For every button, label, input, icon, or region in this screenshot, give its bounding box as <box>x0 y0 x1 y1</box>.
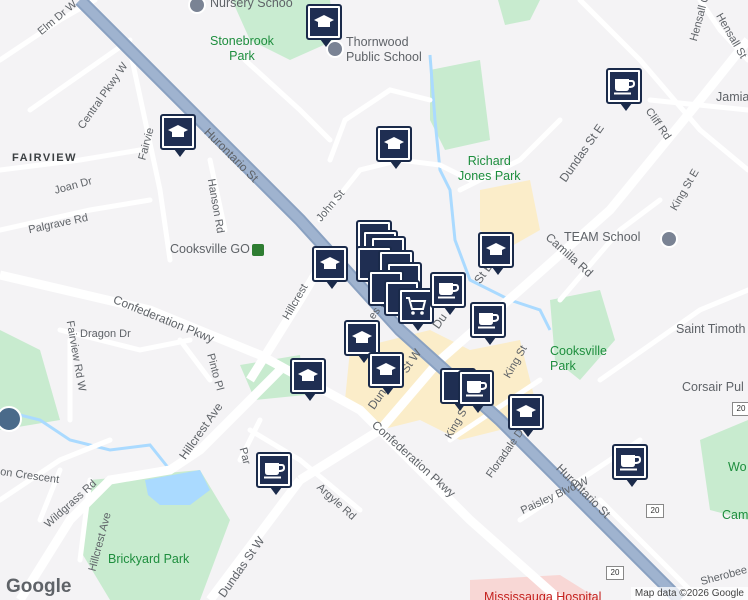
cafe-marker-2[interactable] <box>470 302 506 345</box>
graduation-cap-icon <box>512 398 540 426</box>
place-label-nursery-school[interactable]: Nursery Schoo <box>210 0 293 10</box>
place-label-cooksville-go[interactable]: Cooksville GO <box>170 242 250 256</box>
place-label-brickyard-park[interactable]: Brickyard Park <box>108 552 189 566</box>
route-shield-20: 20 <box>732 402 748 416</box>
place-label-team-school[interactable]: TEAM School <box>564 230 640 244</box>
place-label-jamia[interactable]: Jamia <box>716 90 748 104</box>
school-marker-3[interactable] <box>376 126 412 169</box>
school-marker-2[interactable] <box>160 114 196 157</box>
graduation-cap-icon <box>380 130 408 158</box>
train-station-icon <box>252 244 264 256</box>
graduation-cap-icon <box>482 236 510 264</box>
place-label-corsair[interactable]: Corsair Pul <box>682 380 744 394</box>
school-marker-5[interactable] <box>478 232 514 275</box>
cafe-marker-5[interactable] <box>256 452 292 495</box>
cafe-marker-7[interactable] <box>606 68 642 111</box>
graduation-cap-icon <box>372 356 400 384</box>
route-shield-20: 20 <box>646 504 664 518</box>
coffee-cup-icon <box>610 72 638 100</box>
coffee-cup-icon <box>434 276 462 304</box>
shopping-cart-icon <box>402 292 430 320</box>
place-label-thornwood-public-school[interactable]: Thornwood Public School <box>346 35 422 65</box>
graduation-cap-icon <box>294 362 322 390</box>
cafe-marker-4[interactable] <box>458 370 494 413</box>
place-label-saint-timothy[interactable]: Saint Timoth <box>676 322 745 336</box>
graduation-cap-icon <box>348 324 376 352</box>
school-poi-icon <box>660 230 678 248</box>
coffee-cup-icon <box>474 306 502 334</box>
school-marker-4[interactable] <box>312 246 348 289</box>
map-canvas[interactable]: FAIRVIEW Elm Dr W Central Pkwy W Huronta… <box>0 0 748 600</box>
route-shield-20: 20 <box>606 566 624 580</box>
place-label-richard-jones-park[interactable]: Richard Jones Park <box>458 154 521 184</box>
google-logo[interactable]: Google <box>6 576 71 598</box>
cafe-marker-1[interactable] <box>430 272 466 315</box>
school-marker-1[interactable] <box>306 4 342 47</box>
school-marker-8[interactable] <box>368 352 404 395</box>
place-label-wo[interactable]: Wo <box>728 460 747 474</box>
place-label-cooksville-park[interactable]: Cooksville Park <box>550 344 607 374</box>
school-marker-9[interactable] <box>508 394 544 437</box>
place-label-mississauga-hospital[interactable]: Mississauga Hospital <box>484 590 601 600</box>
street-label-dragon-dr: Dragon Dr <box>80 328 131 340</box>
map-attribution[interactable]: Map data ©2026 Google <box>630 587 748 600</box>
graduation-cap-icon <box>316 250 344 278</box>
area-label-fairview: FAIRVIEW <box>12 152 77 164</box>
graduation-cap-icon <box>310 8 338 36</box>
coffee-cup-icon <box>462 374 490 402</box>
place-label-stonebrook-park[interactable]: Stonebrook Park <box>210 34 274 64</box>
coffee-cup-icon <box>260 456 288 484</box>
school-marker-7[interactable] <box>290 358 326 401</box>
cafe-marker-6[interactable] <box>612 444 648 487</box>
grocery-marker-1[interactable] <box>398 288 434 331</box>
coffee-cup-icon <box>616 448 644 476</box>
graduation-cap-icon <box>164 118 192 146</box>
school-marker-6[interactable] <box>344 320 380 363</box>
place-label-cam[interactable]: Cam <box>722 508 748 522</box>
